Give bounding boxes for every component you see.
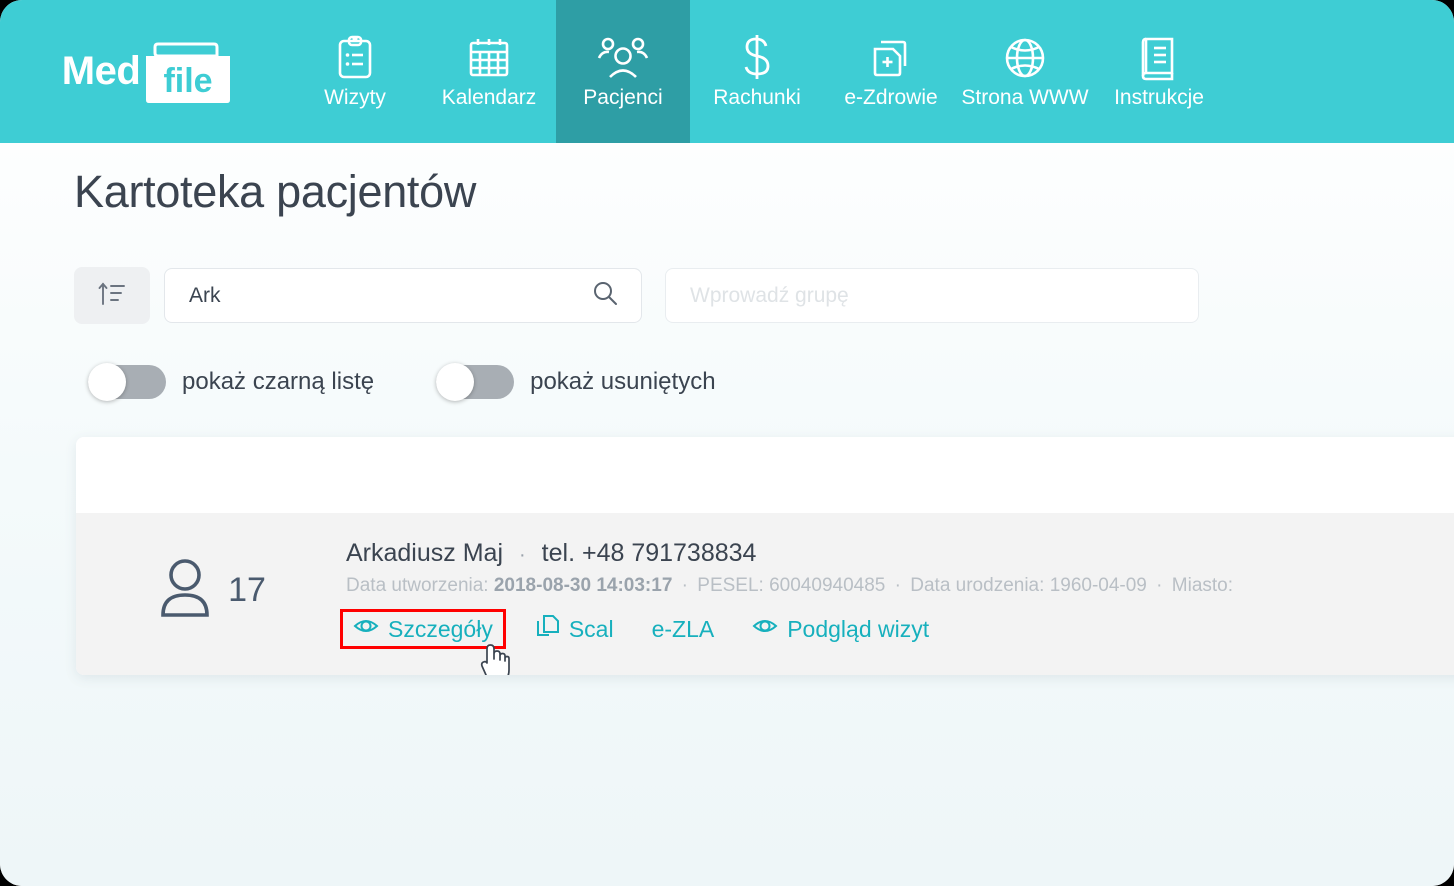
toggle-blacklist[interactable]: pokaż czarną listę [88, 363, 375, 401]
nav-items: Wizyty Kalendarz Pacjenci Rachunki e-Zdr… [288, 0, 1454, 143]
nav-item-strona-www[interactable]: Strona WWW [958, 0, 1092, 143]
details-link[interactable]: Szczegóły [340, 609, 506, 649]
nav-label: e-Zdrowie [844, 86, 938, 109]
copy-icon [536, 614, 560, 644]
nav-item-e-zdrowie[interactable]: e-Zdrowie [824, 0, 958, 143]
patient-meta: Data utworzenia: 2018-08-30 14:03:17 · P… [346, 575, 1454, 597]
sort-button[interactable] [74, 267, 150, 324]
patient-count: 17 [228, 571, 266, 609]
birth-label: Data urodzenia: [910, 575, 1045, 596]
name-separator: · [519, 544, 526, 566]
clipboard-icon [335, 35, 375, 81]
page-title: Kartoteka pacjentów [74, 166, 477, 217]
app-logo[interactable]: Med file [0, 0, 288, 143]
svg-text:file: file [164, 62, 213, 100]
ezla-link[interactable]: e-ZLA [644, 612, 723, 647]
pesel-value: 60040940485 [769, 575, 886, 596]
toggles-row: pokaż czarną listę pokaż usuniętych [88, 363, 716, 401]
action-label: Scal [568, 615, 614, 642]
calendar-icon [467, 35, 511, 81]
visits-preview-link[interactable]: Podgląd wizyt [744, 611, 937, 647]
globe-icon [1003, 35, 1047, 81]
nav-item-pacjenci[interactable]: Pacjenci [556, 0, 690, 143]
logo-text-med: Med [61, 49, 141, 93]
toggle-switch[interactable] [88, 363, 166, 401]
meta-separator: · [681, 575, 688, 596]
filters-bar [74, 267, 1199, 324]
group-field-wrapper[interactable] [665, 268, 1199, 323]
toggle-deleted[interactable]: pokaż usuniętych [436, 363, 716, 401]
people-icon [597, 35, 649, 81]
nav-label: Strona WWW [961, 86, 1089, 109]
sort-ascending-icon [97, 279, 127, 312]
birth-value: 1960-04-09 [1049, 575, 1147, 596]
nav-item-wizyty[interactable]: Wizyty [288, 0, 422, 143]
patient-name-line: Arkadiusz Maj · tel. +48 791738834 [346, 539, 1454, 568]
search-field-wrapper[interactable] [164, 268, 642, 323]
avatar: 17 [76, 531, 346, 624]
card-header [76, 437, 1454, 513]
toggle-knob [436, 363, 475, 401]
patient-name: Arkadiusz Maj [346, 539, 503, 567]
nav-item-rachunki[interactable]: Rachunki [690, 0, 824, 143]
user-icon [156, 557, 214, 624]
nav-item-kalendarz[interactable]: Kalendarz [422, 0, 556, 143]
created-value: 2018-08-30 14:03:17 [493, 575, 673, 596]
city-label: Miasto: [1171, 575, 1234, 596]
documents-plus-icon [869, 35, 913, 81]
app-window: Med file Wizyty Kalendarz Pacjenci Rachu… [0, 0, 1454, 886]
eye-icon [752, 615, 778, 643]
action-label: e-ZLA [651, 615, 715, 642]
logo-folder-icon: file [142, 42, 234, 103]
nav-label: Kalendarz [441, 86, 537, 109]
meta-separator: · [894, 575, 901, 596]
eye-icon [353, 615, 379, 643]
nav-label: Pacjenci [583, 86, 663, 109]
action-label: Szczegóły [388, 615, 493, 642]
dollar-icon [738, 35, 776, 81]
created-label: Data utworzenia: [346, 575, 489, 596]
patient-phone: tel. +48 791738834 [541, 539, 757, 567]
top-navigation-bar: Med file Wizyty Kalendarz Pacjenci Rachu… [0, 0, 1454, 143]
toggle-switch[interactable] [436, 363, 515, 401]
merge-link[interactable]: Scal [528, 610, 622, 648]
action-label: Podgląd wizyt [787, 615, 930, 642]
search-icon[interactable] [591, 279, 619, 312]
nav-label: Rachunki [713, 86, 801, 109]
toggle-label: pokaż czarną listę [182, 368, 375, 395]
group-input[interactable] [688, 282, 1176, 309]
nav-item-instrukcje[interactable]: Instrukcje [1092, 0, 1226, 143]
nav-label: Wizyty [324, 86, 386, 109]
search-input[interactable] [187, 282, 591, 309]
book-icon [1138, 35, 1180, 81]
pesel-label: PESEL: [697, 575, 764, 596]
toggle-label: pokaż usuniętych [530, 368, 716, 395]
nav-label: Instrukcje [1114, 86, 1204, 109]
patient-info: Arkadiusz Maj · tel. +48 791738834 Data … [340, 531, 1454, 675]
table-row[interactable]: 17 Arkadiusz Maj · tel. +48 791738834 Da… [76, 513, 1454, 675]
meta-separator: · [1156, 575, 1163, 596]
page-body: Kartoteka pacjentów Ark Wprowadź grupę p… [0, 143, 1454, 886]
patient-list-card: 17 Arkadiusz Maj · tel. +48 791738834 Da… [76, 437, 1454, 675]
row-actions: Szczegóły Scal e-ZLA Podgląd wizyt [340, 609, 1454, 675]
toggle-knob [88, 363, 126, 401]
